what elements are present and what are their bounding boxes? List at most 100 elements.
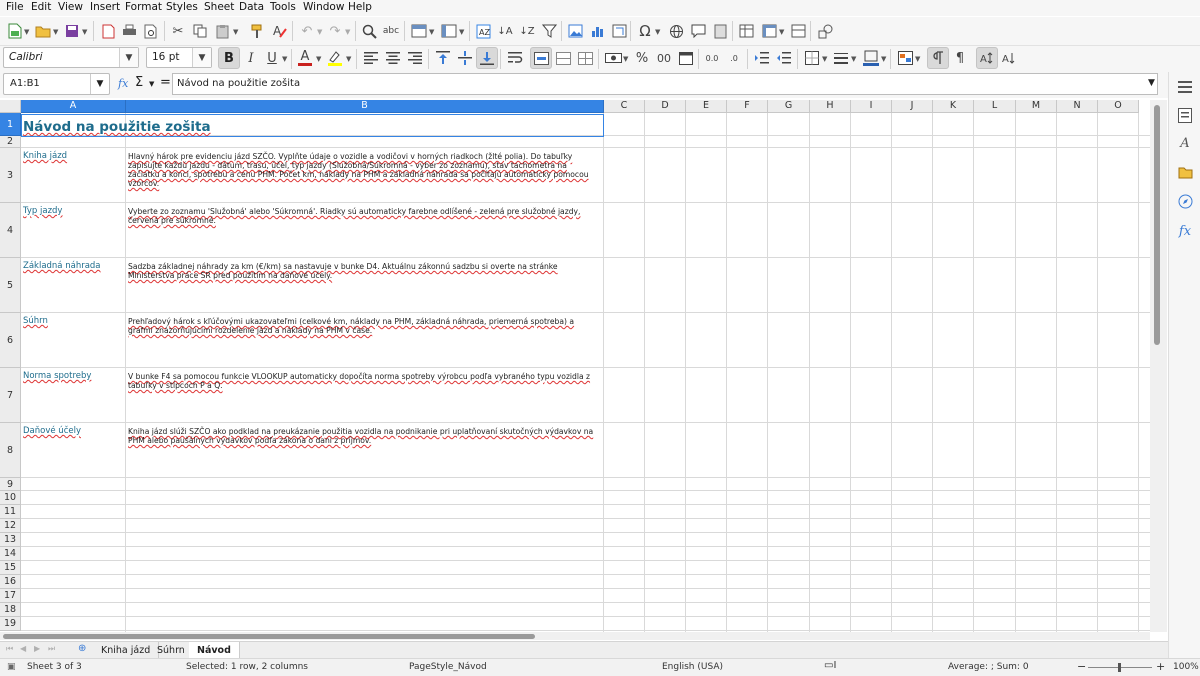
cell-text-kniha-jazd[interactable]: Hlavný hárok pre evidenciu jázd SZČO. Vy… (128, 152, 600, 188)
zoom-slider-thumb[interactable] (1118, 663, 1121, 672)
chevron-down-icon[interactable]: ▼ (282, 55, 287, 63)
sort-ascending-icon[interactable]: ↓A (494, 20, 516, 42)
column-header-o[interactable]: O (1098, 100, 1139, 113)
merge-cells-icon[interactable] (552, 47, 574, 69)
define-print-area-icon[interactable] (735, 20, 757, 42)
number-format-icon[interactable]: 00 (653, 47, 675, 69)
cell-text-norma-spotreby[interactable]: V bunke F4 sa pomocou funkcie VLOOKUP au… (128, 372, 600, 390)
open-folder-icon[interactable] (32, 20, 54, 42)
status-page-style[interactable]: PageStyle_Návod (409, 662, 487, 672)
column-header-g[interactable]: G (768, 100, 810, 113)
paste-icon[interactable] (212, 20, 234, 42)
formula-icon[interactable]: = (160, 75, 171, 90)
menu-styles[interactable]: Styles (166, 1, 198, 13)
menu-format[interactable]: Format (125, 1, 162, 13)
row-header-11[interactable]: 11 (0, 505, 21, 519)
font-name-combo[interactable]: Calibri ▼ (3, 47, 139, 68)
chevron-down-icon[interactable]: ▼ (24, 28, 29, 36)
conditional-format-icon[interactable] (894, 47, 916, 69)
autofilter-icon[interactable] (538, 20, 560, 42)
center-vertically-icon[interactable] (454, 47, 476, 69)
align-right-icon[interactable] (404, 47, 426, 69)
print-icon[interactable] (118, 20, 140, 42)
cell-label-zakladna-nahrada[interactable]: Základná náhrada (23, 262, 101, 271)
horizontal-scrollbar[interactable] (0, 632, 1150, 640)
spellcheck-icon[interactable]: abc (380, 20, 402, 42)
horizontal-scroll-thumb[interactable] (3, 634, 535, 639)
highlight-color-icon[interactable] (324, 47, 346, 69)
align-top-icon[interactable] (432, 47, 454, 69)
row-header-9[interactable]: 9 (0, 478, 21, 491)
header-footer-icon[interactable] (709, 20, 731, 42)
align-center-icon[interactable] (382, 47, 404, 69)
cell-text-danove-ucely[interactable]: Kniha jázd slúži SZČO ako podklad na pre… (128, 427, 600, 445)
cell-label-kniha-jazd[interactable]: Kniha jázd (23, 152, 67, 161)
date-format-icon[interactable] (675, 47, 697, 69)
vertical-scroll-thumb[interactable] (1154, 105, 1160, 345)
column-header-j[interactable]: J (892, 100, 933, 113)
merge-center-icon[interactable] (530, 47, 552, 69)
add-decimal-icon[interactable]: 0.0 (701, 47, 723, 69)
chevron-down-icon[interactable]: ▼ (459, 28, 464, 36)
status-summary[interactable]: Average: ; Sum: 0 (948, 662, 1029, 672)
tab-navod[interactable]: Návod (189, 642, 240, 658)
align-left-icon[interactable] (360, 47, 382, 69)
column-header-h[interactable]: H (810, 100, 851, 113)
cell-label-suhrn[interactable]: Súhrn (23, 317, 48, 326)
border-style-icon[interactable] (830, 47, 852, 69)
row-header-3[interactable]: 3 (0, 148, 21, 203)
menu-edit[interactable]: Edit (31, 1, 51, 13)
align-bottom-icon[interactable] (476, 47, 498, 69)
row-header-17[interactable]: 17 (0, 589, 21, 603)
row-header-15[interactable]: 15 (0, 561, 21, 575)
chevron-down-icon[interactable]: ▼ (345, 28, 350, 36)
freeze-rows-columns-icon[interactable] (758, 20, 780, 42)
column-header-m[interactable]: M (1016, 100, 1057, 113)
redo-icon[interactable]: ↷ (324, 20, 346, 42)
clear-formatting-icon[interactable]: A (268, 20, 290, 42)
cut-icon[interactable]: ✂ (167, 20, 189, 42)
column-header-a[interactable]: A (21, 100, 126, 113)
undo-icon[interactable]: ↶ (296, 20, 318, 42)
font-color-button[interactable]: A (294, 47, 316, 69)
italic-button[interactable]: I (240, 47, 262, 69)
wrap-text-icon[interactable] (504, 47, 526, 69)
sidebar-gallery-icon[interactable] (1176, 163, 1194, 181)
column-header-d[interactable]: D (645, 100, 686, 113)
chevron-down-icon[interactable]: ▼ (851, 55, 856, 63)
sort-descending-icon[interactable]: ↓Z (516, 20, 538, 42)
name-box[interactable]: A1:B1 ▼ (3, 73, 110, 95)
chevron-down-icon[interactable]: ▼ (316, 55, 321, 63)
selection-mode-icon[interactable]: ▭I (824, 660, 836, 671)
copy-icon[interactable] (189, 20, 211, 42)
zoom-slider[interactable] (1088, 663, 1152, 672)
chevron-down-icon[interactable]: ▼ (119, 48, 138, 67)
split-window-icon[interactable] (787, 20, 809, 42)
font-size-combo[interactable]: 16 pt ▼ (146, 47, 212, 68)
delete-decimal-icon[interactable]: .0 (723, 47, 745, 69)
cell-text-suhrn[interactable]: Prehľadový hárok s kľúčovými ukazovateľm… (128, 317, 600, 335)
text-direction-rtl-icon[interactable]: ¶ (949, 47, 971, 69)
percent-format-icon[interactable]: % (631, 47, 653, 69)
row-header-8[interactable]: 8 (0, 423, 21, 478)
first-sheet-icon[interactable]: ⏮ (6, 644, 13, 654)
column-header-i[interactable]: I (851, 100, 892, 113)
chevron-down-icon[interactable]: ▼ (149, 80, 154, 88)
expand-formula-bar-icon[interactable]: ▼ (1148, 78, 1155, 88)
row-header-5[interactable]: 5 (0, 258, 21, 313)
sidebar-functions-icon[interactable]: fx (1176, 222, 1194, 240)
column-header-l[interactable]: L (974, 100, 1016, 113)
sort-icon[interactable]: AZ (472, 20, 494, 42)
next-sheet-icon[interactable]: ▶ (34, 644, 40, 653)
cell-label-danove-ucely[interactable]: Daňové účely (23, 427, 81, 436)
decrease-indent-icon[interactable] (773, 47, 795, 69)
row-header-10[interactable]: 10 (0, 491, 21, 505)
increase-indent-icon[interactable] (751, 47, 773, 69)
wrap-text-auto-icon[interactable]: A (976, 47, 998, 69)
menu-data[interactable]: Data (239, 1, 264, 13)
vertical-text-icon[interactable]: A (998, 47, 1020, 69)
cell-label-typ-jazdy[interactable]: Typ jazdy (23, 207, 62, 216)
row-header-6[interactable]: 6 (0, 313, 21, 368)
row-header-19[interactable]: 19 (0, 617, 21, 631)
insert-chart-icon[interactable] (586, 20, 608, 42)
